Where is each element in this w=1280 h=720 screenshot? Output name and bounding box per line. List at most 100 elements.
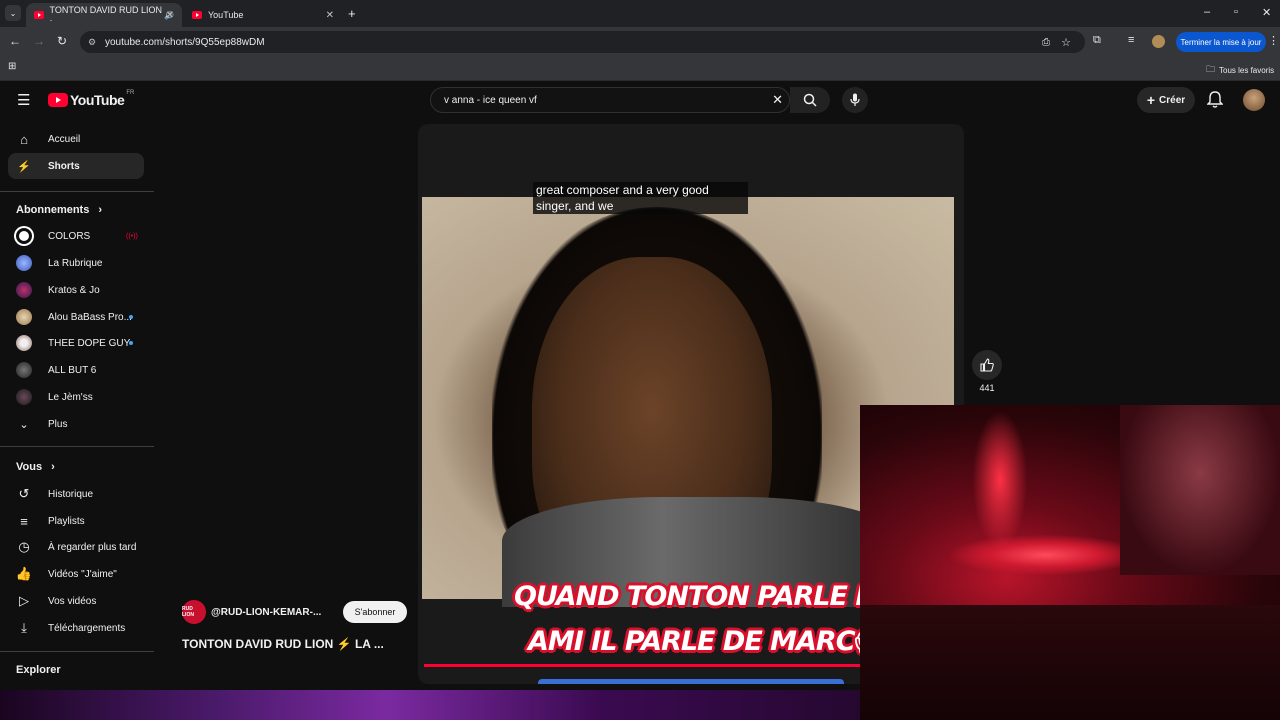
home-icon: ⌂	[20, 131, 28, 147]
account-avatar[interactable]	[1243, 89, 1265, 111]
address-bar[interactable]: ⚙ youtube.com/shorts/9Q55ep88wDM ⎙ ☆	[80, 31, 1085, 53]
sidebar-item-downloads[interactable]: ⤓ Téléchargements	[8, 615, 144, 641]
clear-search-icon[interactable]: ✕	[772, 92, 783, 108]
sidebar-item-label: La Rubrique	[48, 257, 103, 269]
sidebar-item-kratos-jo[interactable]: Kratos & Jo	[8, 277, 144, 303]
all-bookmarks-button[interactable]: 🗀 Tous les favoris	[1206, 62, 1274, 78]
caption-line: great composer and a very good	[536, 183, 709, 197]
sidebar-item-all-but-6[interactable]: ALL BUT 6	[8, 357, 144, 383]
divider	[0, 651, 154, 652]
site-info-icon[interactable]: ⚙	[88, 37, 96, 48]
sidebar-item-history[interactable]: ↺ Historique	[8, 481, 144, 507]
new-content-badge	[129, 341, 133, 345]
sidebar-item-more[interactable]: ⌄ Plus	[8, 411, 144, 437]
video-frame-element	[538, 679, 844, 684]
sidebar-item-watch-later[interactable]: ◷ À regarder plus tard	[8, 534, 144, 560]
overlay-text-line: AMI IL PARLE DE MARC😱	[528, 626, 883, 657]
bookmarks-bar: ⊞ 🗀 Tous les favoris	[0, 57, 1280, 81]
reading-list-icon[interactable]: ≡	[1128, 34, 1134, 46]
close-tab-icon[interactable]: ✕	[166, 10, 174, 21]
search-icon	[803, 93, 817, 107]
youtube-favicon-icon	[192, 11, 202, 19]
sidebar-item-label: À regarder plus tard	[48, 541, 137, 553]
subscriptions-header-label: Abonnements	[16, 204, 90, 216]
install-app-icon[interactable]: ⎙	[1042, 37, 1050, 48]
next-short-preview[interactable]	[0, 690, 860, 720]
region-code: FR	[126, 90, 135, 96]
tab-title: TONTON DAVID RUD LION ·	[49, 5, 163, 25]
sidebar-item-label: Accueil	[48, 133, 81, 145]
divider	[0, 446, 154, 447]
live-icon: ((•))	[126, 232, 138, 240]
channel-avatar-text: RUD LION	[182, 606, 194, 618]
youtube-favicon-icon	[34, 11, 44, 19]
caption-line: singer, and we	[536, 199, 614, 213]
apps-grid-icon[interactable]: ⊞	[8, 61, 16, 72]
back-icon[interactable]: ←	[9, 34, 21, 48]
divider	[0, 191, 154, 192]
thumbs-up-icon	[980, 358, 994, 372]
channel-avatar	[16, 335, 32, 351]
sidebar-item-label: Alou BaBass Pro...	[48, 311, 132, 323]
create-button[interactable]: + Créer	[1137, 87, 1195, 113]
sidebar-item-playlists[interactable]: ≡ Playlists	[8, 508, 144, 534]
channel-avatar	[16, 362, 32, 378]
like-count: 441	[979, 383, 995, 393]
bookmark-star-icon[interactable]: ☆	[1061, 36, 1071, 49]
sidebar-item-home[interactable]: ⌂ Accueil	[8, 126, 144, 152]
sidebar-item-thee-dope-guy[interactable]: THEE DOPE GUY	[8, 330, 144, 356]
search-input[interactable]: v anna - ice queen vf ✕	[430, 87, 790, 113]
youtube-logo[interactable]: YouTube FR	[48, 90, 135, 108]
reload-icon[interactable]: ↻	[57, 34, 67, 48]
tab-search-button[interactable]: ⌄	[5, 5, 21, 21]
sidebar-item-alou-babass[interactable]: Alou BaBass Pro...	[8, 304, 144, 330]
create-label: Créer	[1159, 94, 1186, 106]
sidebar-item-label: Historique	[48, 488, 94, 500]
minimize-icon[interactable]: –	[1204, 6, 1210, 18]
channel-avatar	[16, 228, 32, 244]
close-window-icon[interactable]: ✕	[1262, 6, 1271, 19]
new-content-badge	[129, 315, 133, 319]
sidebar-item-label: Le Jèm'ss	[48, 391, 93, 403]
sidebar-item-label: Vos vidéos	[48, 595, 97, 607]
sidebar-item-liked-videos[interactable]: 👍 Vidéos "J'aime"	[8, 561, 144, 587]
sidebar-item-le-jemss[interactable]: Le Jèm'ss	[8, 384, 144, 410]
shorts-icon: ⚡	[17, 160, 31, 173]
like-button[interactable]	[972, 350, 1002, 380]
new-tab-button[interactable]: +	[348, 6, 356, 21]
browser-tab[interactable]: YouTube ✕	[184, 3, 342, 27]
tab-title: YouTube	[208, 10, 244, 20]
plus-icon: +	[1146, 92, 1156, 108]
sidebar-item-label: Shorts	[48, 160, 80, 172]
channel-row: RUD LION @RUD-LION-KEMAR-... S'abonner	[182, 600, 407, 624]
forward-icon[interactable]: →	[33, 34, 45, 48]
search-query: v anna - ice queen vf	[444, 94, 537, 106]
update-button[interactable]: Terminer la mise à jour	[1176, 32, 1266, 52]
sidebar-item-your-videos[interactable]: ▷ Vos vidéos	[8, 588, 144, 614]
explore-header: Explorer	[16, 664, 61, 676]
guide-menu-icon[interactable]: ☰	[17, 91, 30, 109]
notifications-bell-icon[interactable]	[1206, 91, 1224, 109]
webcam-light-strip	[970, 405, 1030, 555]
extensions-icon[interactable]: ⧉	[1093, 34, 1101, 47]
close-tab-icon[interactable]: ✕	[326, 10, 334, 21]
voice-search-button[interactable]	[842, 87, 868, 113]
short-title[interactable]: TONTON DAVID RUD LION ⚡ LA ...	[182, 637, 384, 651]
search-button[interactable]	[790, 87, 830, 113]
sidebar-item-colors[interactable]: COLORS ((•))	[8, 223, 144, 249]
channel-avatar[interactable]: RUD LION	[182, 600, 206, 624]
subscribe-button[interactable]: S'abonner	[343, 601, 407, 623]
playlists-icon: ≡	[20, 513, 28, 529]
menu-kebab-icon[interactable]: ⋮	[1268, 34, 1279, 47]
address-toolbar: ← → ↻ ⚙ youtube.com/shorts/9Q55ep88wDM ⎙…	[0, 27, 1280, 57]
profile-avatar[interactable]	[1152, 35, 1165, 48]
subscriptions-header[interactable]: Abonnements ›	[16, 204, 102, 216]
browser-tab-active[interactable]: TONTON DAVID RUD LION · 🔊 ✕	[26, 3, 182, 27]
sidebar-item-label: COLORS	[48, 230, 91, 242]
channel-handle[interactable]: @RUD-LION-KEMAR-...	[211, 607, 339, 618]
you-header[interactable]: Vous ›	[16, 461, 55, 473]
sidebar-item-la-rubrique[interactable]: La Rubrique	[8, 250, 144, 276]
sidebar-item-shorts[interactable]: ⚡ Shorts	[8, 153, 144, 179]
chevron-right-icon: ›	[51, 461, 55, 473]
restore-icon[interactable]: ▫	[1234, 6, 1238, 18]
